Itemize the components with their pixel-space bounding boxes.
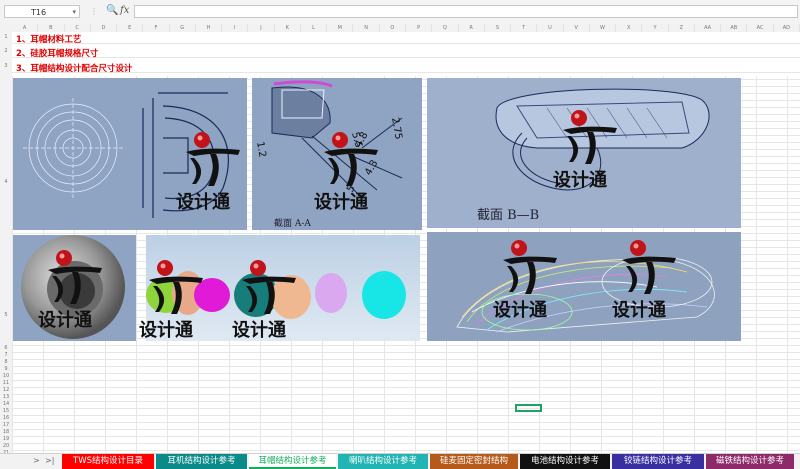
sheet-tab-bar: > >| TWS结构设计目录 耳机结构设计参考 耳帽结构设计参考 喇叭结构设计参考 硅麦… bbox=[0, 453, 800, 469]
next-sheet-button[interactable]: > bbox=[33, 456, 40, 465]
sheet-tab[interactable]: TWS结构设计目录 bbox=[62, 454, 154, 469]
column-header[interactable]: J bbox=[248, 24, 275, 32]
column-header[interactable]: Z bbox=[669, 24, 695, 32]
sheet-tab[interactable]: 电池结构设计参考 bbox=[520, 454, 610, 469]
row-header[interactable]: 2 bbox=[0, 48, 12, 54]
column-header[interactable]: H bbox=[196, 24, 223, 32]
formula-input[interactable] bbox=[134, 5, 798, 18]
function-button[interactable]: fx bbox=[120, 5, 129, 16]
row-header[interactable]: 16 bbox=[0, 415, 12, 421]
row-header[interactable]: 5 bbox=[0, 312, 12, 318]
column-header[interactable]: T bbox=[511, 24, 538, 32]
row-header[interactable]: 7 bbox=[0, 352, 12, 358]
column-header[interactable]: D bbox=[91, 24, 118, 32]
watermark-text: 设计通 bbox=[553, 170, 607, 191]
row-header[interactable]: 15 bbox=[0, 408, 12, 414]
note-1: 1、耳帽材料工艺 bbox=[16, 35, 82, 45]
column-header[interactable]: V bbox=[564, 24, 590, 32]
column-header[interactable]: A bbox=[12, 24, 39, 32]
sheet-tab[interactable]: 耳机结构设计参考 bbox=[156, 454, 247, 469]
wireframe-assembly-image bbox=[427, 232, 741, 341]
column-header[interactable]: R bbox=[459, 24, 485, 32]
note-2: 2、硅胶耳帽规格尺寸 bbox=[16, 49, 99, 59]
row-header[interactable]: 18 bbox=[0, 429, 12, 435]
column-header[interactable]: E bbox=[117, 24, 144, 32]
column-header[interactable]: L bbox=[301, 24, 328, 32]
column-header[interactable]: K bbox=[275, 24, 301, 32]
row-header[interactable]: 17 bbox=[0, 422, 12, 428]
column-header[interactable]: M bbox=[327, 24, 354, 32]
column-header[interactable]: Y bbox=[642, 24, 669, 32]
column-header[interactable]: I bbox=[222, 24, 249, 32]
selected-cell[interactable] bbox=[515, 404, 542, 412]
column-header[interactable]: S bbox=[485, 24, 512, 32]
watermark-text: 设计通 bbox=[176, 192, 230, 213]
watermark-text: 设计通 bbox=[139, 320, 193, 341]
watermark-text: 设计通 bbox=[38, 310, 92, 331]
note-3: 3、耳帽结构设计配合尺寸设计 bbox=[16, 64, 133, 74]
row-header[interactable]: 13 bbox=[0, 394, 12, 400]
column-header[interactable]: C bbox=[65, 24, 91, 32]
row-header[interactable]: 12 bbox=[0, 387, 12, 393]
column-header[interactable]: G bbox=[170, 24, 196, 32]
row-header[interactable]: 8 bbox=[0, 359, 12, 365]
zoom-icon[interactable]: 🔍 bbox=[106, 5, 118, 16]
dim-label: 1.2 bbox=[254, 141, 268, 159]
separator-dots: ⋮ bbox=[90, 7, 98, 16]
watermark-text: 设计通 bbox=[612, 300, 666, 321]
column-header[interactable]: AB bbox=[721, 24, 748, 32]
column-header[interactable]: AA bbox=[695, 24, 722, 32]
sheet-tab[interactable]: 喇叭结构设计参考 bbox=[338, 454, 428, 469]
sheet-tab[interactable]: 铰链结构设计参考 bbox=[612, 454, 704, 469]
name-box[interactable]: T16 ▾ bbox=[4, 5, 80, 18]
sheet-tab[interactable]: 硅麦固定密封结构 bbox=[430, 454, 518, 469]
column-header[interactable]: F bbox=[143, 24, 170, 32]
chevron-down-icon[interactable]: ▾ bbox=[72, 6, 76, 19]
column-header[interactable]: AD bbox=[774, 24, 800, 32]
dim-label: 2.75 bbox=[389, 117, 404, 141]
column-header[interactable]: N bbox=[353, 24, 380, 32]
row-header[interactable]: 6 bbox=[0, 345, 12, 351]
row-header[interactable]: 10 bbox=[0, 373, 12, 379]
column-header[interactable]: Q bbox=[432, 24, 459, 32]
formula-bar: T16 ▾ ⋮ 🔍 fx bbox=[0, 0, 800, 25]
row-header[interactable]: 11 bbox=[0, 380, 12, 386]
column-header[interactable]: W bbox=[590, 24, 617, 32]
column-header[interactable]: P bbox=[406, 24, 433, 32]
row-header[interactable]: 9 bbox=[0, 366, 12, 372]
row-header[interactable]: 20 bbox=[0, 443, 12, 449]
row-header[interactable]: 19 bbox=[0, 436, 12, 442]
watermark-text: 设计通 bbox=[314, 192, 368, 213]
watermark-text: 设计通 bbox=[493, 300, 547, 321]
column-header[interactable]: O bbox=[380, 24, 406, 32]
row-header[interactable]: 1 bbox=[0, 34, 12, 40]
sheet-tab[interactable]: 耳帽结构设计参考 bbox=[249, 454, 336, 469]
column-header[interactable]: U bbox=[537, 24, 564, 32]
row-header[interactable]: 14 bbox=[0, 401, 12, 407]
row-header[interactable]: 3 bbox=[0, 63, 12, 69]
sheet-tab[interactable]: 磁铁结构设计参考 bbox=[706, 454, 794, 469]
watermark-text: 设计通 bbox=[232, 320, 286, 341]
section-bb-caption: 截面 B—B bbox=[477, 208, 540, 223]
section-aa-caption: 截面 A-A bbox=[274, 219, 311, 229]
column-header[interactable]: B bbox=[38, 24, 65, 32]
column-header[interactable]: X bbox=[616, 24, 643, 32]
row-header[interactable]: 4 bbox=[0, 179, 12, 185]
name-box-value: T16 bbox=[31, 8, 47, 17]
last-sheet-button[interactable]: >| bbox=[45, 456, 54, 465]
column-header[interactable]: AC bbox=[747, 24, 774, 32]
